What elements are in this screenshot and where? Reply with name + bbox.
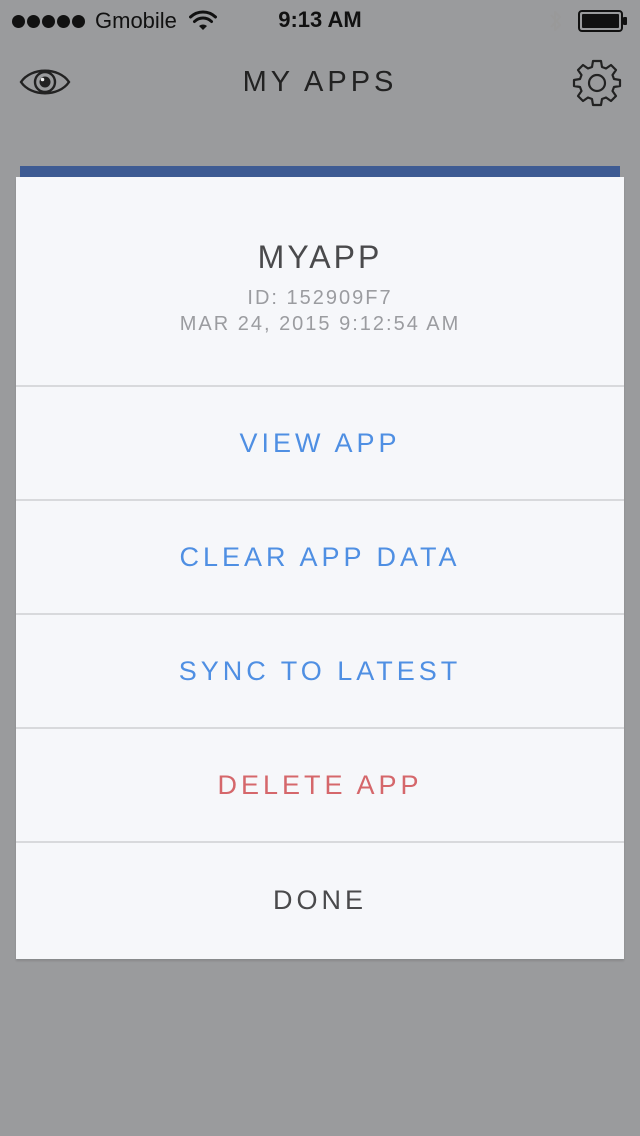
nav-header: MY APPS (0, 40, 640, 128)
carrier-name: Gmobile (95, 8, 177, 33)
delete-app-button[interactable]: DELETE APP (16, 729, 624, 843)
screen: Gmobile 9:13 AM MY APPS MYAPP ID: 152909… (0, 0, 640, 1136)
gear-icon (572, 59, 622, 107)
page-title: MY APPS (242, 66, 398, 98)
view-app-button[interactable]: VIEW APP (16, 387, 624, 501)
app-action-sheet: MYAPP ID: 152909F7 MAR 24, 2015 9:12:54 … (16, 177, 624, 959)
app-name: MYAPP (257, 239, 383, 275)
sync-to-latest-button[interactable]: SYNC TO LATEST (16, 615, 624, 729)
status-left: Gmobile (12, 7, 217, 35)
app-date: MAR 24, 2015 9:12:54 AM (179, 313, 461, 335)
wifi-icon (188, 10, 217, 30)
app-id: ID: 152909F7 (247, 287, 393, 309)
battery-icon (578, 10, 627, 32)
sheet-header: MYAPP ID: 152909F7 MAR 24, 2015 9:12:54 … (16, 177, 624, 387)
status-right (548, 8, 628, 34)
done-button[interactable]: DONE (16, 843, 624, 957)
settings-button[interactable] (572, 58, 622, 108)
status-bar: Gmobile 9:13 AM (0, 0, 640, 40)
bluetooth-icon (550, 11, 561, 31)
signal-strength-icon (12, 14, 85, 28)
clear-app-data-button[interactable]: CLEAR APP DATA (16, 501, 624, 615)
